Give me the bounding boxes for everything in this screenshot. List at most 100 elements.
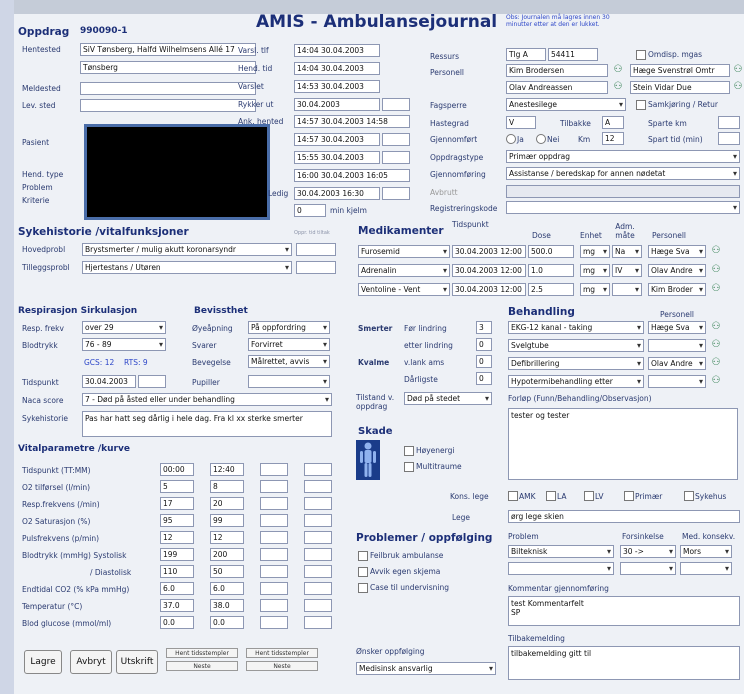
- omdisp-checkbox[interactable]: [636, 50, 646, 60]
- med-dose-field[interactable]: 1.0: [528, 264, 574, 277]
- avbrutt-field[interactable]: [506, 185, 740, 198]
- med-dose-field[interactable]: 500.0: [528, 245, 574, 258]
- person-lookup-icon[interactable]: ⚇: [612, 64, 624, 76]
- time-field-3[interactable]: 30.04.2003: [294, 98, 380, 111]
- tilbakke-field[interactable]: A: [602, 116, 624, 129]
- vital-value-4[interactable]: [304, 565, 332, 578]
- personell-field-1[interactable]: Kim Brodersen: [506, 64, 608, 77]
- fetch-timestamps-button[interactable]: Hent tidsstempler: [166, 648, 238, 658]
- time-field-2[interactable]: 14:53 30.04.2003: [294, 80, 380, 93]
- vital-value-1[interactable]: 00:00: [160, 463, 194, 476]
- vital-value-2[interactable]: 200: [210, 548, 244, 561]
- tilstand-select[interactable]: Død på stedet: [404, 392, 492, 405]
- time-field-4[interactable]: 14:57 30.04.2003 14:58: [294, 115, 410, 128]
- tilbake-textarea[interactable]: tilbakemelding gitt til: [508, 646, 740, 680]
- vital-value-4[interactable]: [304, 531, 332, 544]
- kons-sykehus-checkbox[interactable]: [684, 491, 694, 501]
- med-name-select[interactable]: Adrenalin: [358, 264, 450, 277]
- nei-radio[interactable]: [536, 134, 546, 144]
- pupiller-select[interactable]: [248, 375, 330, 388]
- time-field-5[interactable]: 14:57 30.04.2003: [294, 133, 380, 146]
- vital-value-2[interactable]: 38.0: [210, 599, 244, 612]
- vital-value-4[interactable]: [304, 463, 332, 476]
- med-unit-select[interactable]: mg: [580, 283, 610, 296]
- ferlindring-field[interactable]: 3: [476, 321, 492, 334]
- vital-value-3[interactable]: [260, 531, 288, 544]
- kons-la-checkbox[interactable]: [546, 491, 556, 501]
- vital-value-2[interactable]: 20: [210, 497, 244, 510]
- vital-value-4[interactable]: [304, 514, 332, 527]
- vital-value-2[interactable]: 12: [210, 531, 244, 544]
- person-lookup-icon[interactable]: ⚇: [732, 64, 744, 76]
- hastegrad-field[interactable]: V: [506, 116, 536, 129]
- vital-value-3[interactable]: [260, 514, 288, 527]
- person-lookup-icon[interactable]: ⚇: [710, 283, 722, 295]
- vital-value-3[interactable]: [260, 616, 288, 629]
- onsker-select[interactable]: Medisinsk ansvarlig: [356, 662, 496, 675]
- time-extra-3[interactable]: [382, 98, 410, 111]
- resp-select[interactable]: over 29: [82, 321, 166, 334]
- problem-select[interactable]: [508, 562, 614, 575]
- time-extra-5[interactable]: [382, 133, 410, 146]
- med-dose-field[interactable]: 2.5: [528, 283, 574, 296]
- time-extra-8[interactable]: [382, 187, 410, 200]
- med-person-select[interactable]: Kim Broder: [648, 283, 706, 296]
- gjennomforing-select[interactable]: Assistanse / beredskap for annen nødetat: [506, 167, 740, 180]
- med-route-select[interactable]: [612, 283, 642, 296]
- etter-field[interactable]: 0: [476, 338, 492, 351]
- body-figure-icon[interactable]: [356, 440, 380, 480]
- vital-value-4[interactable]: [304, 582, 332, 595]
- forlop-textarea[interactable]: tester og tester: [508, 408, 738, 480]
- vital-value-3[interactable]: [260, 599, 288, 612]
- cancel-button[interactable]: Avbryt: [70, 650, 112, 674]
- med-konsekv-select[interactable]: [680, 562, 732, 575]
- naca-select[interactable]: 7 - Død på åsted eller under behandling: [82, 393, 332, 406]
- tidspunkt-extra-field[interactable]: [138, 375, 166, 388]
- behandling-person-select[interactable]: [648, 339, 706, 352]
- behandling-person-select[interactable]: Hæge Sva: [648, 321, 706, 334]
- case-checkbox[interactable]: [358, 583, 368, 593]
- behandling-person-select[interactable]: [648, 375, 706, 388]
- person-lookup-icon[interactable]: ⚇: [710, 357, 722, 369]
- registreringskode-select[interactable]: [506, 201, 740, 214]
- vital-value-2[interactable]: 6.0: [210, 582, 244, 595]
- med-time-field[interactable]: 30.04.2003 12:00: [452, 283, 526, 296]
- svarer-select[interactable]: Forvirret: [248, 338, 330, 351]
- blodtrykk-select[interactable]: 76 - 89: [82, 338, 166, 351]
- vital-value-3[interactable]: [260, 565, 288, 578]
- bevegelse-select[interactable]: Målrettet, avvis: [248, 355, 330, 368]
- med-route-select[interactable]: IV: [612, 264, 642, 277]
- next-button[interactable]: Neste: [166, 661, 238, 671]
- time-field-0[interactable]: 14:04 30.04.2003: [294, 44, 380, 57]
- forsinkelse-select[interactable]: 30 ->: [620, 545, 676, 558]
- vital-value-3[interactable]: [260, 463, 288, 476]
- vital-value-1[interactable]: 199: [160, 548, 194, 561]
- med-person-select[interactable]: Olav Andre: [648, 264, 706, 277]
- person-lookup-icon[interactable]: ⚇: [710, 321, 722, 333]
- time-field-7[interactable]: 16:00 30.04.2003 16:05: [294, 169, 410, 182]
- vital-value-1[interactable]: 37.0: [160, 599, 194, 612]
- vital-value-4[interactable]: [304, 616, 332, 629]
- tilleggsprob-time-field[interactable]: [296, 261, 336, 274]
- med-time-field[interactable]: 30.04.2003 12:00: [452, 245, 526, 258]
- behandling-select[interactable]: Svelgtube: [508, 339, 644, 352]
- person-lookup-icon[interactable]: ⚇: [710, 264, 722, 276]
- behandling-select[interactable]: Hypotermibehandling etter: [508, 375, 644, 388]
- ja-radio[interactable]: [506, 134, 516, 144]
- save-button[interactable]: Lagre: [24, 650, 62, 674]
- kons-lv-checkbox[interactable]: [584, 491, 594, 501]
- person-lookup-icon[interactable]: ⚇: [612, 81, 624, 93]
- vital-value-3[interactable]: [260, 548, 288, 561]
- samkjort-checkbox[interactable]: [636, 100, 646, 110]
- vital-value-4[interactable]: [304, 548, 332, 561]
- behandling-person-select[interactable]: Olav Andre: [648, 357, 706, 370]
- ressurs-field[interactable]: Tlg A: [506, 48, 546, 61]
- vital-value-4[interactable]: [304, 480, 332, 493]
- vital-value-2[interactable]: 99: [210, 514, 244, 527]
- vital-value-3[interactable]: [260, 497, 288, 510]
- behandling-select[interactable]: Defibrillering: [508, 357, 644, 370]
- oyeapning-select[interactable]: På oppfordring: [248, 321, 330, 334]
- vital-value-1[interactable]: 5: [160, 480, 194, 493]
- vital-value-3[interactable]: [260, 480, 288, 493]
- forsinkelse-select[interactable]: [620, 562, 676, 575]
